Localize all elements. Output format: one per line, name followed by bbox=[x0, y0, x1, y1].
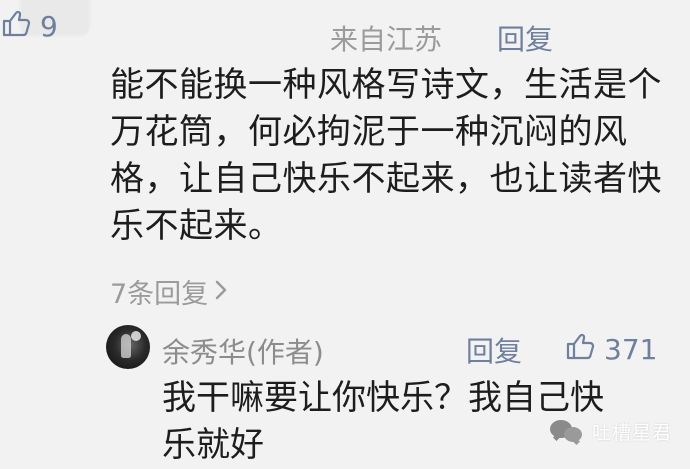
wechat-bubbles-icon bbox=[549, 417, 584, 445]
like-count: 9 bbox=[40, 9, 58, 43]
watermark-text: 吐槽星君 bbox=[591, 421, 672, 444]
comment-location: 来自江苏 bbox=[330, 23, 443, 56]
comment-text: 能不能换一种风格写诗文，生活是个万花筒，何必拘泥于一种沉闷的风格，让自己快乐不起… bbox=[110, 65, 662, 246]
reply-button[interactable]: 回复 bbox=[497, 18, 553, 58]
replies-count-label: 7条回复 bbox=[110, 279, 209, 310]
avatar[interactable] bbox=[106, 325, 150, 369]
watermark: 吐槽星君 bbox=[549, 417, 672, 445]
reply-like-button[interactable]: 371 bbox=[564, 331, 657, 367]
reply-author: 余秀华(作者) bbox=[162, 336, 324, 369]
view-replies-link[interactable]: 7条回复 bbox=[110, 272, 228, 311]
thumbs-up-icon bbox=[0, 8, 32, 44]
reply-like-count: 371 bbox=[604, 332, 658, 366]
comment-meta: 来自江苏 回复 9 bbox=[0, 8, 690, 58]
chevron-right-icon bbox=[214, 276, 228, 307]
thumbs-up-icon bbox=[564, 331, 596, 367]
reply-button[interactable]: 回复 bbox=[466, 330, 522, 370]
